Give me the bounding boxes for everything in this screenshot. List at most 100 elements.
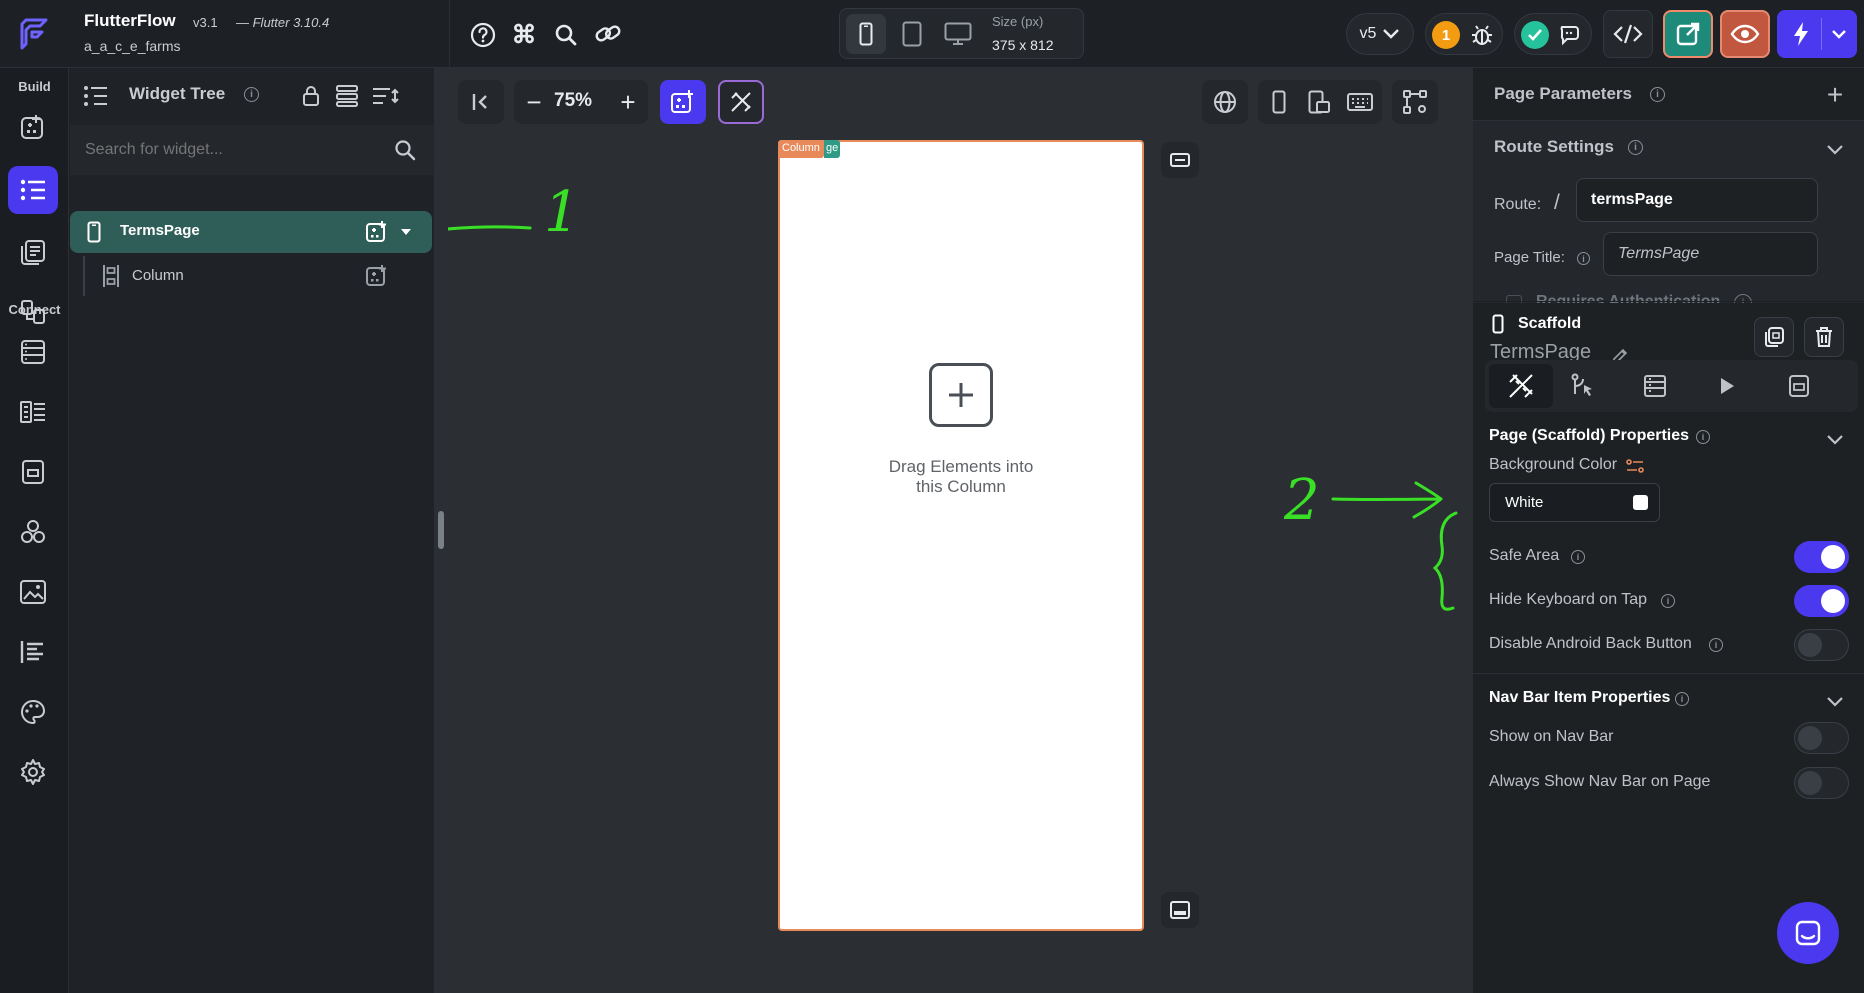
hide-keyboard-toggle[interactable] — [1794, 585, 1849, 617]
widget-tree-icon[interactable] — [8, 166, 58, 214]
always-show-nav-toggle[interactable] — [1794, 767, 1849, 799]
show-on-nav-toggle[interactable] — [1794, 722, 1849, 754]
project-name[interactable]: a_a_c_e_farms — [84, 38, 181, 54]
app-name: FlutterFlow — [84, 11, 176, 30]
nav-rail: Build Connect — [0, 68, 69, 993]
build-section-label: Build — [18, 79, 51, 94]
properties-panel: Page Parameters i + Route Settings i Rou… — [1473, 68, 1864, 993]
version-select[interactable]: v5 — [1346, 13, 1414, 55]
add-widget-icon[interactable] — [8, 103, 58, 151]
open-external-icon[interactable] — [1663, 10, 1713, 58]
disable-back-label: Disable Android Back Button — [1489, 635, 1692, 652]
route-input[interactable]: termsPage — [1576, 178, 1818, 222]
tab-generated-code-icon[interactable] — [1779, 368, 1819, 404]
route-settings-title: Route Settings — [1494, 137, 1614, 156]
hide-keyboard-label: Hide Keyboard on Tap — [1489, 591, 1648, 608]
info-icon[interactable]: i — [1571, 550, 1585, 564]
lock-icon[interactable] — [297, 82, 325, 110]
integrations-icon[interactable] — [8, 508, 58, 556]
theme-palette-icon[interactable] — [8, 688, 58, 736]
info-icon[interactable]: i — [1577, 252, 1590, 265]
scaffold-section: Scaffold TermsPage Page (Scaffold) Prope… — [1473, 303, 1864, 993]
widget-search-box[interactable] — [70, 125, 434, 175]
comments-button[interactable] — [1514, 13, 1592, 55]
help-icon[interactable] — [468, 20, 498, 50]
tab-actions-icon[interactable] — [1563, 368, 1603, 404]
info-icon[interactable]: i — [1650, 87, 1665, 102]
bug-icon — [1468, 21, 1496, 49]
page-parameters-title: Page Parameters — [1494, 84, 1632, 103]
sort-filter-icon[interactable] — [370, 82, 402, 110]
tree-item-label: TermsPage — [120, 222, 200, 239]
duplicate-icon[interactable] — [1754, 317, 1794, 357]
search-icon[interactable] — [392, 137, 418, 163]
tab-properties-icon[interactable] — [1489, 364, 1553, 408]
annotation-brace — [1432, 511, 1458, 611]
resize-handle[interactable] — [438, 511, 444, 549]
delete-trash-icon[interactable] — [1804, 317, 1844, 357]
phone-device-icon[interactable] — [846, 14, 886, 54]
desktop-device-icon[interactable] — [938, 14, 978, 54]
settings-gear-icon[interactable] — [8, 748, 58, 796]
background-color-picker[interactable]: White — [1489, 483, 1660, 522]
code-view-icon[interactable] — [1603, 10, 1653, 58]
info-icon[interactable]: i — [1661, 594, 1675, 608]
media-folder-icon[interactable] — [8, 448, 58, 496]
info-icon[interactable]: i — [1709, 638, 1723, 652]
widget-search-input[interactable] — [80, 133, 380, 167]
background-color-label: Background Color — [1489, 456, 1618, 473]
property-tabs — [1485, 360, 1858, 412]
tree-item-termspage[interactable]: TermsPage — [70, 211, 432, 253]
stack-layers-icon[interactable] — [333, 82, 361, 110]
add-child-icon[interactable] — [363, 263, 391, 289]
preview-eye-icon[interactable] — [1720, 10, 1770, 58]
tablet-device-icon[interactable] — [892, 14, 932, 54]
info-icon[interactable]: i — [1675, 692, 1689, 706]
app-version: v3.1 — [193, 15, 218, 30]
link-icon[interactable] — [591, 18, 625, 50]
widget-tree-title: Widget Tree — [129, 84, 226, 103]
chevron-up-icon[interactable] — [1823, 137, 1847, 161]
custom-code-icon[interactable] — [8, 628, 58, 676]
info-icon[interactable]: i — [1628, 140, 1643, 155]
flutter-version: — Flutter 3.10.4 — [236, 15, 330, 30]
add-parameter-icon[interactable]: + — [1822, 79, 1848, 110]
page-title-label: Page Title: — [1494, 249, 1565, 266]
command-icon[interactable]: ⌘ — [509, 20, 539, 50]
image-assets-icon[interactable] — [8, 568, 58, 616]
debug-button[interactable]: 1 — [1425, 13, 1503, 55]
info-icon[interactable]: i — [1696, 430, 1710, 444]
chevron-down-icon[interactable] — [1823, 427, 1847, 451]
search-icon[interactable] — [551, 20, 581, 50]
tree-item-column[interactable]: Column — [90, 256, 432, 296]
route-slash: / — [1554, 191, 1560, 214]
chevron-down-icon[interactable] — [1823, 689, 1847, 713]
scaffold-label: Scaffold — [1518, 315, 1582, 332]
chevron-down-icon — [1383, 29, 1400, 39]
database-icon[interactable] — [8, 328, 58, 376]
tab-backend-query-icon[interactable] — [1635, 368, 1675, 404]
tab-animations-play-icon[interactable] — [1707, 368, 1747, 404]
chevron-down-icon — [1827, 22, 1851, 46]
run-button[interactable] — [1777, 10, 1857, 58]
color-swatch — [1633, 495, 1648, 510]
annotation-number-2: 2 — [1284, 468, 1320, 533]
caret-down-icon[interactable] — [398, 224, 414, 240]
disable-back-toggle[interactable] — [1794, 629, 1849, 661]
lightning-icon — [1787, 20, 1815, 48]
support-chat-icon[interactable] — [1777, 902, 1839, 964]
column-icon — [100, 263, 122, 289]
connect-section-label: Connect — [8, 302, 61, 317]
device-size-selector: Size (px) 375 x 812 — [839, 8, 1084, 59]
notification-count-badge: 1 — [1432, 21, 1460, 49]
add-child-icon[interactable] — [363, 219, 391, 245]
info-icon[interactable]: i — [244, 87, 259, 102]
flutterflow-logo-icon[interactable] — [14, 12, 56, 54]
size-value[interactable]: 375 x 812 — [992, 37, 1054, 53]
safe-area-toggle[interactable] — [1794, 541, 1849, 573]
page-title-input[interactable]: TermsPage — [1603, 232, 1818, 276]
tree-item-label: Column — [132, 267, 184, 284]
api-calls-icon[interactable] — [8, 388, 58, 436]
variable-binding-icon[interactable] — [1625, 457, 1645, 475]
pages-icon[interactable] — [8, 228, 58, 276]
